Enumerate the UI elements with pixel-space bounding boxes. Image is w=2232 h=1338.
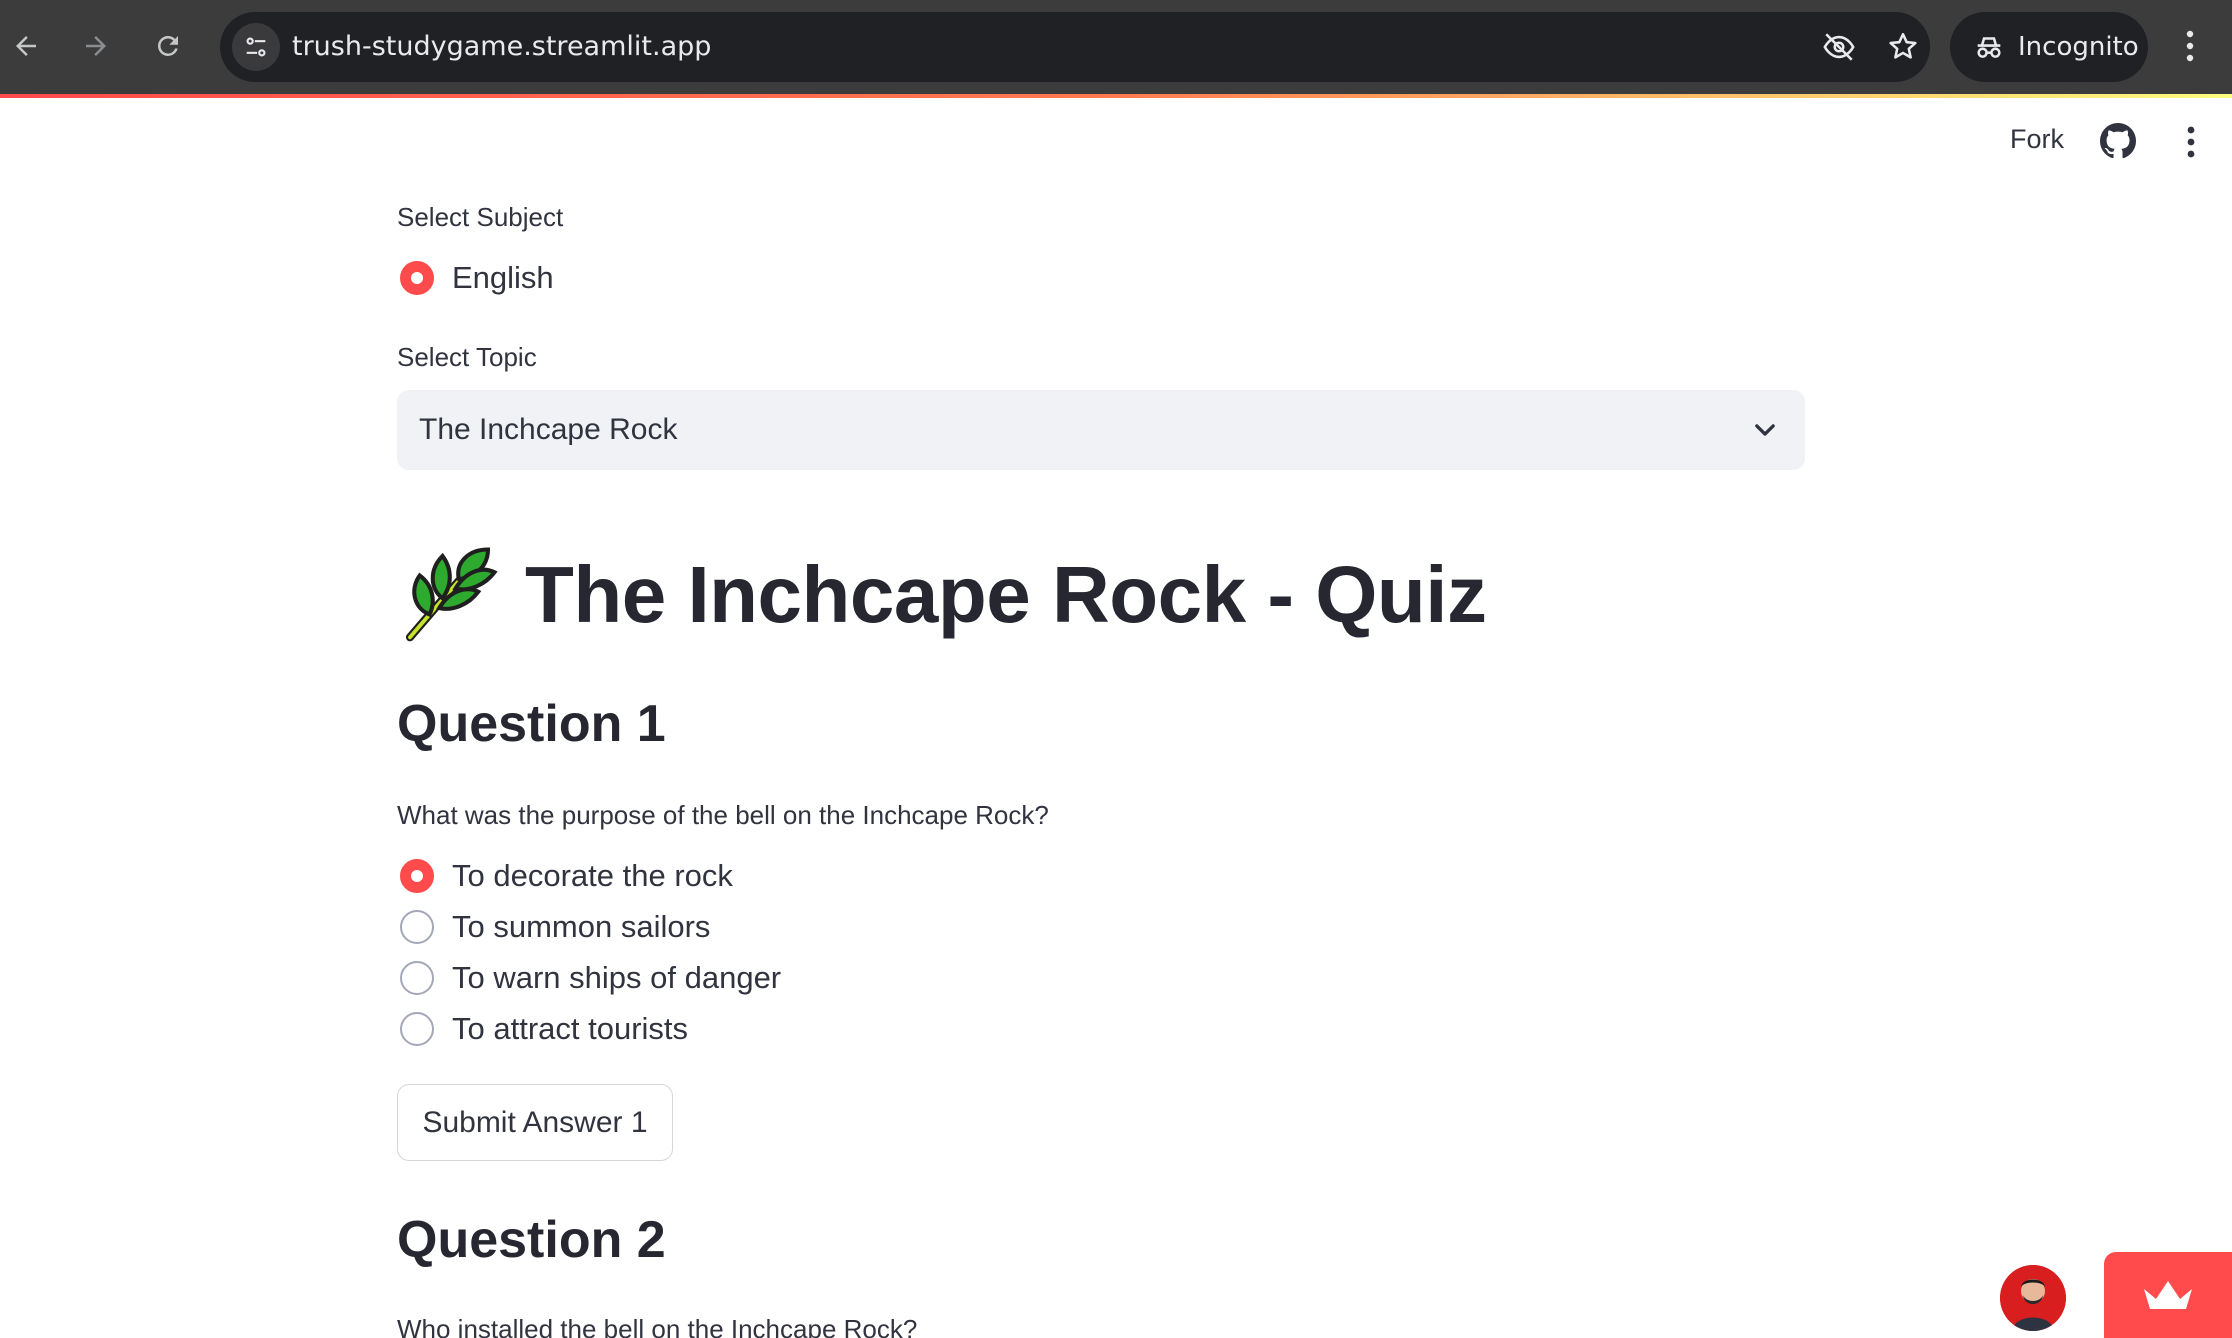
fork-link[interactable]: Fork: [2010, 124, 2064, 155]
star-icon: [1889, 32, 1917, 59]
tracking-protection-button[interactable]: [1818, 26, 1860, 68]
answer-option[interactable]: To attract tourists: [397, 1009, 688, 1049]
radio-selected[interactable]: [400, 859, 434, 893]
forward-button[interactable]: [70, 20, 122, 72]
more-vert-icon: [2186, 30, 2194, 62]
subject-label: Select Subject: [397, 202, 564, 232]
site-info-button[interactable]: [232, 23, 280, 71]
avatar[interactable]: [2000, 1265, 2066, 1331]
bookmark-button[interactable]: [1882, 26, 1924, 68]
crown-icon: [2144, 1281, 2192, 1309]
answer-option-label: To decorate the rock: [452, 858, 733, 893]
back-arrow-icon: [16, 36, 36, 56]
github-icon[interactable]: [2100, 123, 2136, 159]
radio-unselected[interactable]: [400, 961, 434, 995]
answer-option-label: To warn ships of danger: [452, 960, 782, 995]
subject-option-label: English: [452, 260, 554, 295]
streamlit-cloud-badge[interactable]: [2104, 1252, 2232, 1338]
question-1-text: What was the purpose of the bell on the …: [397, 800, 1049, 830]
incognito-icon: [1977, 37, 2001, 58]
topic-select[interactable]: The Inchcape Rock: [397, 390, 1805, 470]
answer-option-label: To attract tourists: [452, 1011, 689, 1046]
forward-arrow-icon: [86, 36, 106, 56]
more-vert-icon: [2187, 126, 2195, 158]
radio-unselected[interactable]: [400, 910, 434, 944]
site-info-icon: [246, 37, 266, 57]
topic-label: Select Topic: [397, 342, 537, 372]
topic-select-value: The Inchcape Rock: [419, 413, 678, 446]
incognito-indicator[interactable]: Incognito: [1950, 12, 2148, 82]
streamlit-decoration-bar: [0, 94, 2232, 98]
question-2-heading: Question 2: [397, 1211, 666, 1269]
herb-icon: [405, 547, 498, 642]
answer-option[interactable]: To summon sailors: [397, 907, 710, 947]
app-menu-button[interactable]: [2176, 124, 2206, 160]
eye-slash-icon: [1823, 33, 1855, 61]
quiz-title: The Inchcape Rock - Quiz: [525, 550, 1487, 639]
answer-option-label: To summon sailors: [452, 909, 711, 944]
browser-toolbar: trush-studygame.streamlit.app Incognito: [0, 0, 2232, 94]
answer-option[interactable]: To warn ships of danger: [397, 958, 781, 998]
url-text[interactable]: trush-studygame.streamlit.app: [292, 12, 711, 82]
browser-menu-button[interactable]: [2170, 24, 2210, 68]
question-1-heading: Question 1: [397, 695, 666, 753]
radio-selected[interactable]: [400, 261, 434, 295]
incognito-label: Incognito: [2018, 32, 2139, 62]
reload-icon: [158, 35, 178, 56]
page-title: The Inchcape Rock - Quiz: [397, 540, 1487, 650]
subject-option-english[interactable]: English: [397, 258, 554, 298]
chevron-down-icon: [1755, 424, 1775, 436]
back-button[interactable]: [0, 20, 52, 72]
submit-answer-button[interactable]: Submit Answer 1: [397, 1084, 673, 1161]
answer-option[interactable]: To decorate the rock: [397, 856, 733, 896]
user-avatar-icon: [2000, 1265, 2066, 1331]
question-2-text: Who installed the bell on the Inchcape R…: [397, 1314, 918, 1338]
radio-unselected[interactable]: [400, 1012, 434, 1046]
address-bar[interactable]: trush-studygame.streamlit.app: [220, 12, 1930, 82]
reload-button[interactable]: [142, 20, 194, 72]
